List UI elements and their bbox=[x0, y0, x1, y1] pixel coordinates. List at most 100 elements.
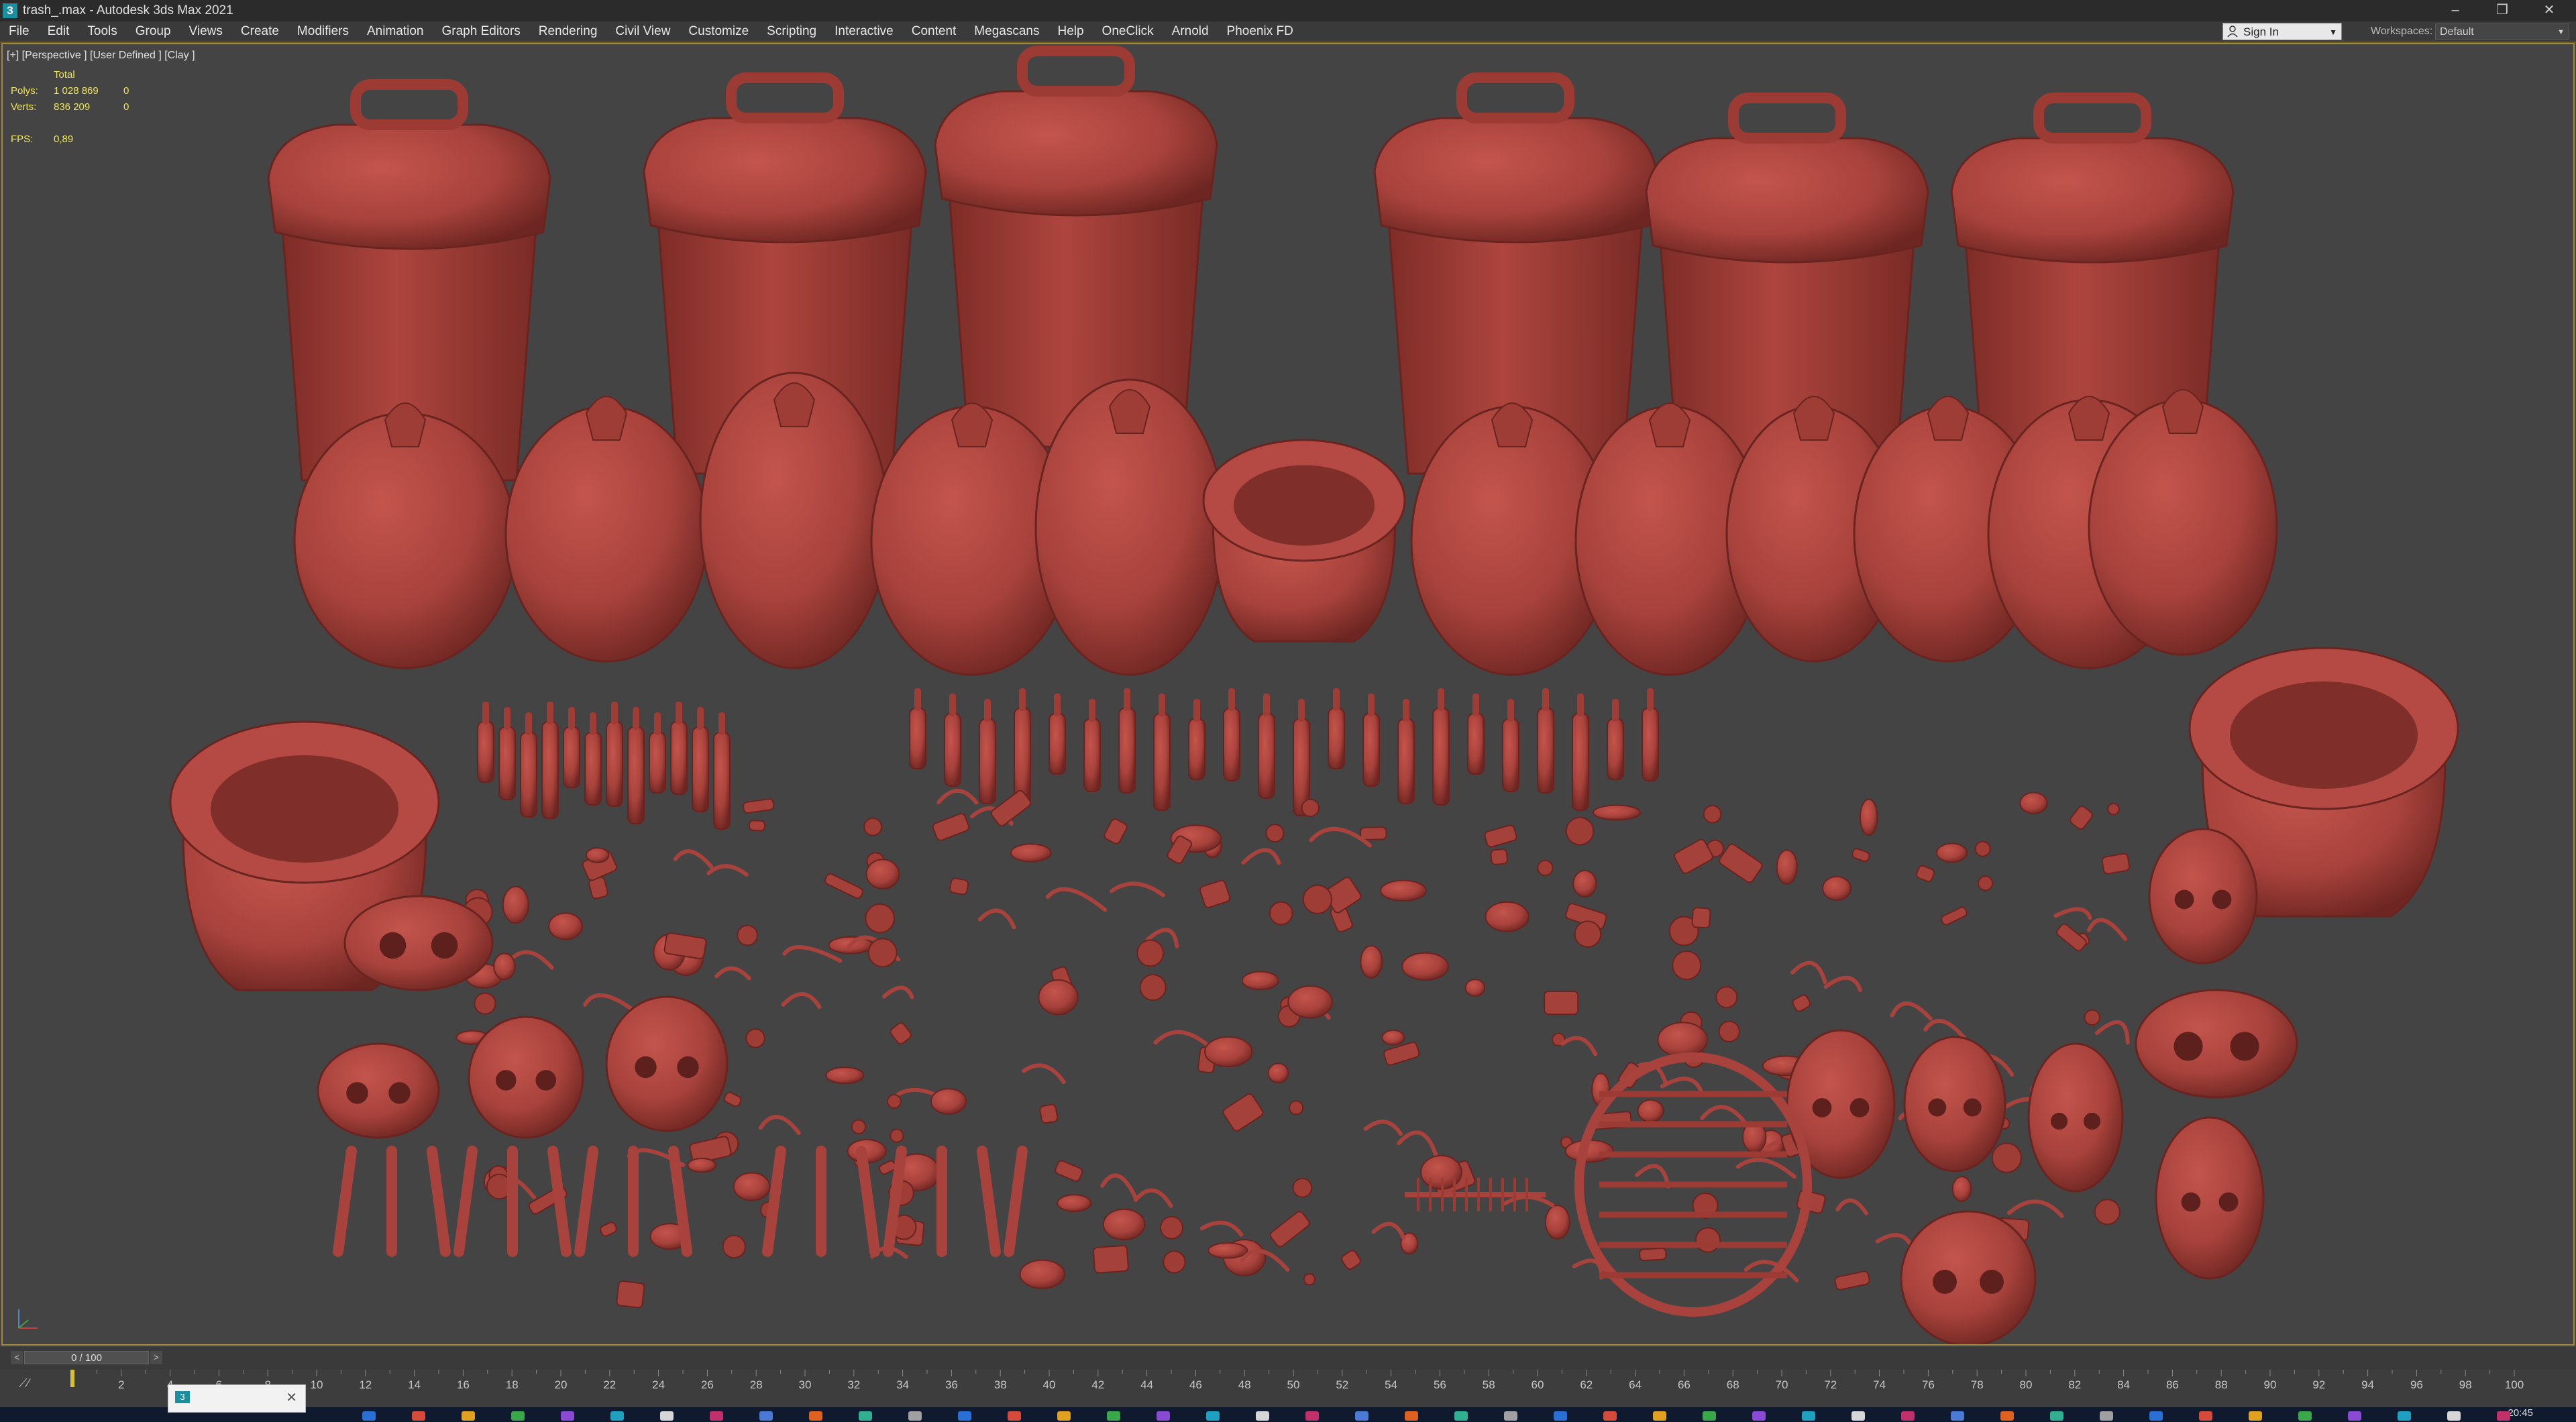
debris-cup[interactable] bbox=[737, 924, 758, 946]
taskbar-app-icon[interactable] bbox=[561, 1411, 574, 1421]
taskbar-app-icon[interactable] bbox=[1752, 1411, 1766, 1421]
skull-eye-socket[interactable] bbox=[2230, 1032, 2259, 1061]
bottle[interactable] bbox=[1537, 688, 1554, 794]
skull-cranium[interactable] bbox=[2027, 1042, 2124, 1193]
trash-bin-handle[interactable] bbox=[2033, 93, 2151, 144]
debris-can[interactable] bbox=[1951, 1176, 1972, 1202]
debris-bone[interactable] bbox=[1110, 881, 1166, 897]
skull[interactable] bbox=[2135, 989, 2298, 1099]
time-slider[interactable]: < 0 / 100 > bbox=[0, 1347, 2576, 1370]
debris-can[interactable] bbox=[1381, 1029, 1405, 1046]
menu-arnold[interactable]: Arnold bbox=[1163, 24, 1218, 39]
debris-can[interactable] bbox=[1776, 849, 1798, 885]
bottle-neck[interactable] bbox=[1263, 694, 1270, 716]
bottle-body[interactable] bbox=[1118, 708, 1136, 794]
trash-bin-handle[interactable] bbox=[1456, 72, 1574, 123]
toilet-bowl[interactable] bbox=[211, 755, 398, 863]
debris-bone[interactable] bbox=[1199, 1220, 1244, 1237]
bottle-neck[interactable] bbox=[1647, 688, 1654, 711]
trash-bag-body[interactable] bbox=[293, 412, 517, 669]
debris-cup[interactable] bbox=[1672, 950, 1702, 981]
debris-bone[interactable] bbox=[2053, 907, 2092, 920]
bottle[interactable] bbox=[627, 707, 645, 824]
bone[interactable] bbox=[453, 1146, 478, 1257]
skull-eye-socket[interactable] bbox=[535, 1070, 557, 1091]
taskbar-app-icon[interactable] bbox=[1454, 1411, 1468, 1421]
skull-eye-socket[interactable] bbox=[379, 932, 407, 959]
skull-eye-socket[interactable] bbox=[346, 1082, 368, 1104]
restore-button[interactable]: ❐ bbox=[2481, 0, 2524, 21]
bone[interactable] bbox=[977, 1146, 1001, 1257]
debris-box[interactable] bbox=[889, 1022, 912, 1046]
debris-cup[interactable] bbox=[1136, 939, 1165, 967]
bottle[interactable] bbox=[1188, 699, 1205, 780]
debris-can[interactable] bbox=[585, 846, 610, 863]
debris-can[interactable] bbox=[1464, 979, 1486, 997]
bottle[interactable] bbox=[1572, 694, 1589, 811]
toilet-bowl[interactable] bbox=[1234, 465, 1375, 546]
bottle-neck[interactable] bbox=[1472, 694, 1479, 716]
skull-eye-socket[interactable] bbox=[1849, 1098, 1870, 1117]
bottle-neck[interactable] bbox=[949, 694, 956, 716]
trash-bin-handle[interactable] bbox=[350, 79, 468, 130]
debris-bone[interactable] bbox=[1890, 1001, 1933, 1021]
bottle[interactable] bbox=[1258, 694, 1275, 799]
menu-graph-editors[interactable]: Graph Editors bbox=[433, 24, 530, 39]
debris-bone[interactable] bbox=[2007, 1199, 2064, 1218]
bottle-body[interactable] bbox=[1467, 713, 1485, 775]
taskbar-app-icon[interactable] bbox=[1107, 1411, 1120, 1421]
debris-box[interactable] bbox=[1383, 1041, 1420, 1066]
debris-bone[interactable] bbox=[1835, 1198, 1868, 1215]
skull-cranium[interactable] bbox=[317, 1042, 440, 1139]
skull-eye-socket[interactable] bbox=[2083, 1112, 2101, 1130]
debris-bone[interactable] bbox=[1045, 887, 1108, 912]
taskbar-app-icon[interactable] bbox=[1256, 1411, 1269, 1421]
menu-modifiers[interactable]: Modifiers bbox=[288, 24, 358, 39]
bottle[interactable] bbox=[606, 702, 623, 807]
debris-cup[interactable] bbox=[1265, 824, 1285, 843]
trash-bin-lid[interactable] bbox=[267, 123, 551, 250]
taskbar-app-icon[interactable] bbox=[1951, 1411, 1964, 1421]
bottle-neck[interactable] bbox=[1507, 699, 1514, 722]
debris-cup[interactable] bbox=[1269, 901, 1293, 926]
skull-eye-socket[interactable] bbox=[1963, 1098, 1982, 1117]
taskbar-app-icon[interactable] bbox=[1355, 1411, 1368, 1421]
bottle-neck[interactable] bbox=[1124, 688, 1130, 711]
debris-can[interactable] bbox=[1935, 842, 1968, 863]
next-frame-button[interactable]: > bbox=[150, 1351, 162, 1364]
bottle-body[interactable] bbox=[979, 718, 996, 804]
taskbar-app-icon[interactable] bbox=[1851, 1411, 1865, 1421]
taskbar-app-icon[interactable] bbox=[1504, 1411, 1517, 1421]
skull-eye-socket[interactable] bbox=[1928, 1098, 1947, 1117]
debris-can[interactable] bbox=[502, 885, 529, 924]
debris-can[interactable] bbox=[1241, 971, 1279, 991]
debris-box[interactable] bbox=[932, 812, 970, 841]
debris-bone[interactable] bbox=[2094, 1020, 2130, 1045]
trash-bin-handle[interactable] bbox=[1728, 93, 1846, 144]
debris-box[interactable] bbox=[616, 1280, 645, 1309]
toilet-bowl[interactable] bbox=[2230, 681, 2418, 789]
trash-bin[interactable] bbox=[934, 46, 1218, 448]
skull-eye-socket[interactable] bbox=[2212, 889, 2232, 910]
debris-can[interactable] bbox=[1019, 1259, 1065, 1289]
trash-bin-handle[interactable] bbox=[726, 72, 844, 123]
bottle[interactable] bbox=[1014, 688, 1031, 806]
taskbar-app-icon[interactable] bbox=[1653, 1411, 1666, 1421]
taskbar-app-icon[interactable] bbox=[462, 1411, 475, 1421]
debris-box[interactable] bbox=[2055, 922, 2088, 952]
bottle-neck[interactable] bbox=[1612, 699, 1619, 722]
trash-bin-lid[interactable] bbox=[643, 117, 927, 243]
debris-cup[interactable] bbox=[851, 1119, 867, 1135]
debris-cup[interactable] bbox=[1302, 884, 1333, 914]
taskbar-app-icon[interactable] bbox=[1305, 1411, 1319, 1421]
debris-can[interactable] bbox=[1485, 901, 1529, 932]
bottle-body[interactable] bbox=[1642, 708, 1659, 781]
bottle-body[interactable] bbox=[477, 721, 494, 783]
bone[interactable] bbox=[574, 1146, 598, 1257]
debris-box[interactable] bbox=[1484, 824, 1517, 848]
taskbar-app-icon[interactable] bbox=[1206, 1411, 1220, 1421]
debris-can[interactable] bbox=[548, 912, 584, 940]
bottle[interactable] bbox=[1607, 699, 1624, 780]
debris-box[interactable] bbox=[2101, 853, 2131, 875]
bottle[interactable] bbox=[477, 702, 494, 783]
